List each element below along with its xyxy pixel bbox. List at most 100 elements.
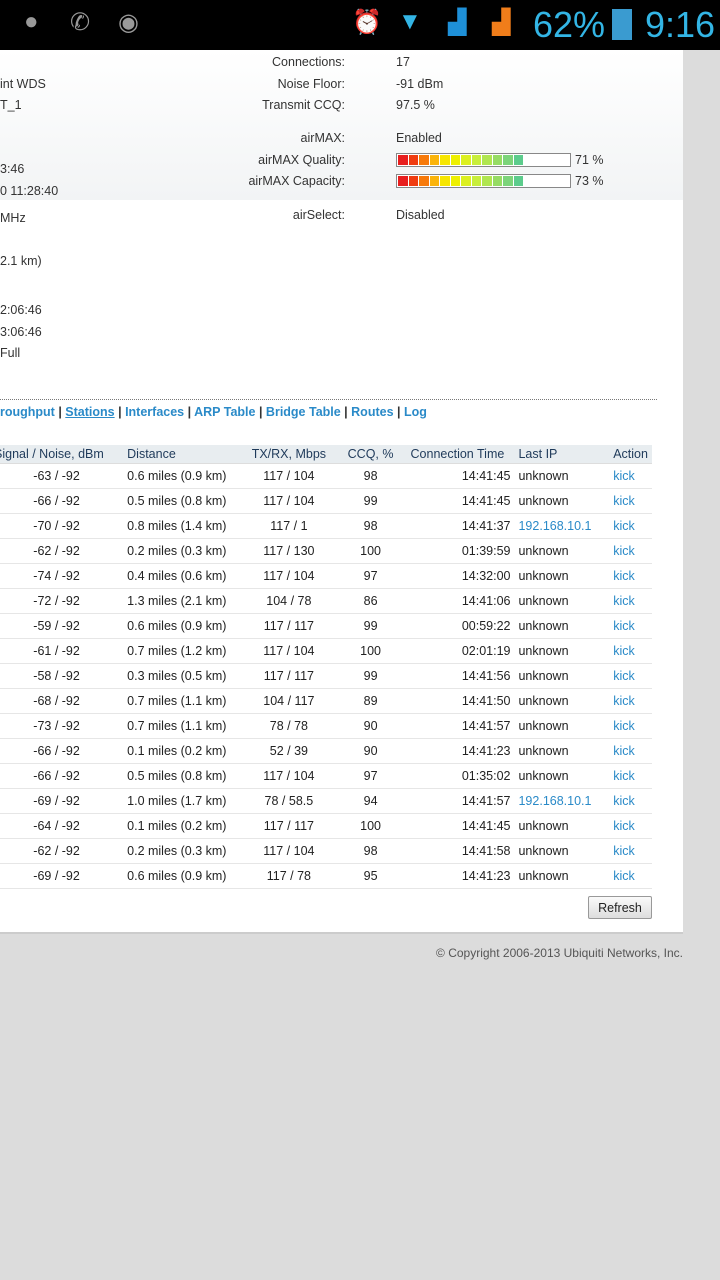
clock: 9:16 [645,4,716,45]
tab-throughput[interactable]: roughput [0,405,55,419]
ccq: 89 [340,688,401,714]
ccq: 95 [340,863,401,889]
airselect-label: airSelect: [292,208,345,222]
bar-segment [492,176,502,186]
kick-link[interactable]: kick [609,688,652,714]
last-ip[interactable]: 192.168.10.1 [514,513,610,539]
last-ip: unknown [514,713,610,739]
connection-time: 14:41:37 [400,513,515,539]
header-distance[interactable]: Distance [123,445,237,464]
bar-segment [461,155,471,165]
tab-log[interactable]: Log [404,405,427,419]
kick-link[interactable]: kick [609,813,652,839]
tx-rx: 78 / 78 [236,713,341,739]
left-info-text: 2.1 km) [0,254,42,268]
header-action: Action [609,445,652,464]
left-info-text: 2:06:46 [0,303,42,317]
header-connection-time[interactable]: Connection Time [400,445,515,464]
bar-segment [408,155,418,165]
table-row: -66 / -92 0.5 miles (0.8 km) 117 / 104 99 14… [0,488,652,514]
kick-link[interactable]: kick [609,613,652,639]
left-info-text: T_1 [0,98,22,112]
kick-link[interactable]: kick [609,788,652,814]
bar-segment [471,155,481,165]
signal-noise: -62 / -92 [0,838,124,864]
kick-link[interactable]: kick [609,663,652,689]
transmit-ccq-value: 97.5 % [396,98,435,112]
tab-bridge-table[interactable]: Bridge Table [266,405,341,419]
distance: 0.1 miles (0.2 km) [123,813,237,839]
signal-noise: -69 / -92 [0,788,124,814]
tab-arp-table[interactable]: ARP Table [194,405,255,419]
kick-link[interactable]: kick [609,638,652,664]
bar-segment [429,155,439,165]
tx-rx: 117 / 130 [236,538,341,564]
last-ip: unknown [514,763,610,789]
tx-rx: 117 / 104 [236,638,341,664]
distance: 0.2 miles (0.3 km) [123,838,237,864]
wifi-icon: ▼ [398,8,422,35]
bar-segment [440,155,450,165]
airmax-label: airMAX: [300,131,345,145]
header-signal[interactable]: Signal / Noise, dBm [0,445,124,464]
header-ccq[interactable]: CCQ, % [340,445,401,464]
table-row: -66 / -92 0.5 miles (0.8 km) 117 / 104 97 01… [0,763,652,789]
ccq: 100 [340,638,401,664]
connections-label: Connections: [272,55,345,69]
tab-routes[interactable]: Routes [351,405,393,419]
kick-link[interactable]: kick [609,763,652,789]
kick-link[interactable]: kick [609,488,652,514]
kick-link[interactable]: kick [609,738,652,764]
last-ip: unknown [514,813,610,839]
kick-link[interactable]: kick [609,838,652,864]
left-info-text: MHz [0,211,26,225]
table-row: -62 / -92 0.2 miles (0.3 km) 117 / 130 100 0… [0,538,652,564]
airmax-value: Enabled [396,131,442,145]
signal-noise: -59 / -92 [0,613,124,639]
distance: 0.4 miles (0.6 km) [123,563,237,589]
airmax-capacity-value: 73 % [575,174,604,188]
signal-noise: -66 / -92 [0,488,124,514]
signal-noise: -61 / -92 [0,638,124,664]
bar-segment [398,155,408,165]
bar-segment [492,155,502,165]
kick-link[interactable]: kick [609,513,652,539]
alarm-icon: ⏰ [352,9,382,36]
ccq: 94 [340,788,401,814]
bar-segment [419,176,429,186]
kick-link[interactable]: kick [609,463,652,489]
bar-segment [471,176,481,186]
ccq: 86 [340,588,401,614]
tx-rx: 117 / 78 [236,863,341,889]
distance: 0.6 miles (0.9 km) [123,613,237,639]
last-ip: unknown [514,538,610,564]
tab-nav: roughput | Stations | Interfaces | ARP T… [0,405,427,419]
left-info-text: int WDS [0,77,46,91]
kick-link[interactable]: kick [609,588,652,614]
kick-link[interactable]: kick [609,713,652,739]
left-info-text: Full [0,346,21,360]
connection-time: 01:39:59 [400,538,515,564]
tab-stations[interactable]: Stations [65,405,114,419]
kick-link[interactable]: kick [609,563,652,589]
kick-link[interactable]: kick [609,863,652,889]
bar-segment [398,176,408,186]
header-last-ip[interactable]: Last IP [514,445,610,464]
last-ip: unknown [514,738,610,764]
connection-time: 14:41:45 [400,813,515,839]
bar-segment [450,176,460,186]
last-ip[interactable]: 192.168.10.1 [514,788,610,814]
kick-link[interactable]: kick [609,538,652,564]
refresh-button[interactable]: Refresh [588,896,652,919]
tab-interfaces[interactable]: Interfaces [125,405,184,419]
signal-icon-2: ▟ [492,9,511,36]
status-bar: ● ✆ ◉ ⏰ ▼ ▟ ▟ 62% 9:16 [0,0,720,50]
header-txrx[interactable]: TX/RX, Mbps [236,445,341,464]
tx-rx: 117 / 1 [236,513,341,539]
ccq: 97 [340,563,401,589]
bar-segment [461,176,471,186]
battery-percent: 62% [533,4,606,45]
disk-alert-icon: ◉ [118,9,139,36]
signal-noise: -66 / -92 [0,738,124,764]
last-ip: unknown [514,638,610,664]
